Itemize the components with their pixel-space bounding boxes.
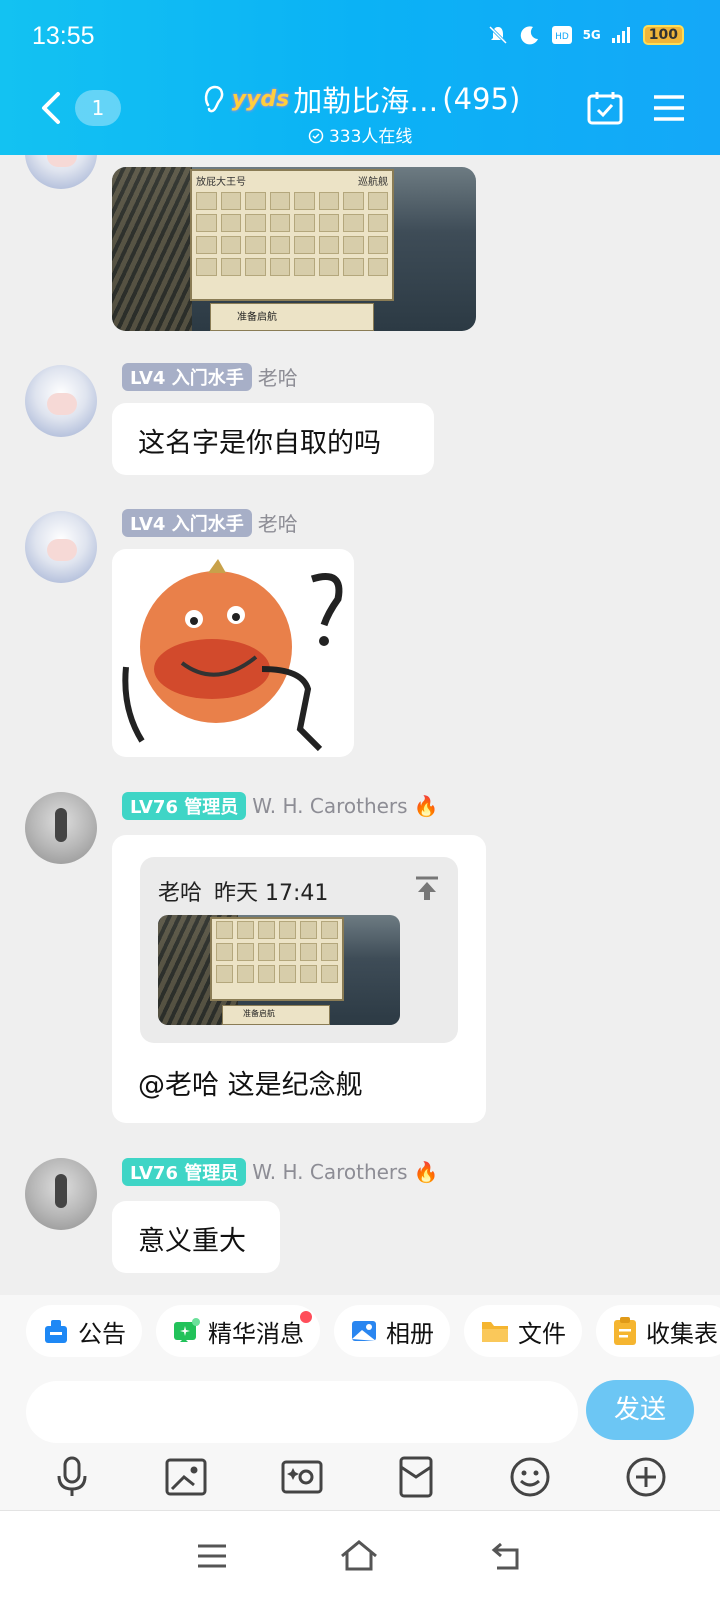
emoji-icon[interactable] — [508, 1455, 552, 1499]
quick-actions: 公告 精华消息 相册 文件 收集表 — [26, 1305, 720, 1357]
sender-name[interactable]: 老哈 — [258, 362, 298, 391]
image-picker-icon[interactable] — [164, 1455, 208, 1499]
avatar[interactable] — [25, 365, 97, 437]
fire-icon: 🔥 — [413, 794, 439, 818]
message-bubble[interactable]: 这名字是你自取的吗 — [112, 403, 434, 475]
chip-essence[interactable]: 精华消息 — [156, 1305, 320, 1357]
fire-icon: 🔥 — [413, 1160, 439, 1184]
red-packet-icon[interactable] — [396, 1455, 436, 1499]
status-time: 13:55 — [32, 22, 95, 50]
confused-tomato-sticker — [122, 559, 343, 752]
input-panel: 公告 精华消息 相册 文件 收集表 发送 — [0, 1295, 720, 1510]
unread-count-badge[interactable]: 1 — [75, 90, 121, 126]
sender-name[interactable]: W. H. Carothers — [252, 794, 407, 818]
chip-announcement[interactable]: 公告 — [26, 1305, 142, 1357]
ship-panel-graphic: 放屁大王号 巡航舰 — [190, 169, 394, 301]
chat-header: 13:55 HD 5G 100 1 yyds 加勒比海… (495) 333人在… — [0, 0, 720, 155]
input-toolbar — [0, 1455, 720, 1499]
level-badge: LV4 入门水手 — [122, 508, 252, 537]
microphone-icon[interactable] — [52, 1455, 92, 1499]
group-title[interactable]: yyds 加勒比海… (495) 333人在线 — [150, 78, 570, 147]
hamburger-menu-icon[interactable] — [652, 94, 686, 122]
ship-name: 放屁大王号 — [196, 177, 246, 188]
avatar[interactable] — [25, 792, 97, 864]
form-icon — [614, 1317, 636, 1345]
chip-files[interactable]: 文件 — [464, 1305, 582, 1357]
ship-mast-graphic — [112, 167, 192, 331]
plus-icon[interactable] — [624, 1455, 668, 1499]
folder-icon — [482, 1322, 508, 1342]
quoted-image: 准备启航 — [158, 915, 400, 1025]
sender-info: LV4 入门水手 老哈 — [122, 362, 298, 391]
camera-icon[interactable] — [280, 1455, 324, 1499]
level-badge: LV76 管理员 — [122, 1158, 247, 1186]
essence-icon — [174, 1318, 200, 1342]
battery-indicator: 100 — [642, 25, 684, 45]
system-nav-bar — [0, 1510, 720, 1600]
chip-album[interactable]: 相册 — [334, 1305, 450, 1357]
home-icon[interactable] — [339, 1539, 379, 1573]
message-bubble[interactable]: 意义重大 — [112, 1201, 280, 1273]
jump-to-top-icon[interactable] — [414, 875, 440, 901]
send-button[interactable]: 发送 — [586, 1380, 694, 1440]
signal-icon — [611, 27, 630, 43]
level-badge: LV76 管理员 — [122, 792, 247, 820]
group-name: 加勒比海… — [293, 84, 439, 118]
chip-form[interactable]: 收集表 — [596, 1305, 720, 1357]
album-icon — [352, 1321, 376, 1341]
quoted-message[interactable]: 老哈 昨天 17:41 准备启航 — [140, 857, 458, 1043]
back-arrow-icon[interactable] — [36, 88, 66, 128]
avatar[interactable] — [25, 155, 97, 189]
quote-sender: 老哈 — [158, 881, 203, 906]
sender-info: LV4 入门水手 老哈 — [122, 508, 298, 537]
network-label: 5G — [582, 28, 601, 42]
online-count: 333人在线 — [328, 127, 413, 147]
message-input[interactable] — [26, 1381, 578, 1443]
announcement-icon — [45, 1320, 67, 1343]
quote-time: 昨天 17:41 — [214, 881, 329, 906]
svg-text:HD: HD — [555, 32, 569, 42]
online-check-icon — [308, 128, 323, 144]
sender-name[interactable]: W. H. Carothers — [252, 1160, 407, 1184]
level-badge: LV4 入门水手 — [122, 362, 252, 391]
sender-info: LV76 管理员 W. H. Carothers 🔥 — [122, 1158, 438, 1186]
reply-text: @老哈 这是纪念舰 — [138, 1070, 363, 1101]
hd-icon: HD — [551, 26, 572, 44]
member-count: (495) — [442, 82, 521, 116]
message-list[interactable]: 放屁大王号 巡航舰 准备启航 LV4 入门水手 老哈 这名字是你自取的吗 LV4 … — [0, 155, 720, 1295]
sender-info: LV76 管理员 W. H. Carothers 🔥 — [122, 792, 438, 820]
launch-button-graphic: 准备启航 — [210, 303, 374, 331]
recent-apps-icon[interactable] — [195, 1542, 229, 1570]
game-screenshot-image[interactable]: 放屁大王号 巡航舰 准备启航 — [112, 167, 476, 331]
sender-name[interactable]: 老哈 — [258, 508, 298, 537]
online-status: 333人在线 — [150, 122, 570, 147]
back-nav-icon[interactable] — [489, 1540, 525, 1572]
calendar-check-icon[interactable] — [586, 90, 624, 126]
moon-icon — [520, 26, 538, 45]
avatar[interactable] — [25, 511, 97, 583]
status-icons: HD 5G 100 — [487, 24, 684, 46]
reply-message-bubble[interactable]: 老哈 昨天 17:41 准备启航 @老哈 这是纪念舰 — [112, 835, 486, 1123]
ship-class: 巡航舰 — [358, 177, 388, 188]
avatar[interactable] — [25, 1158, 97, 1230]
yyds-badge: yyds — [231, 86, 290, 112]
ear-icon[interactable] — [200, 83, 228, 115]
new-dot-indicator — [300, 1311, 312, 1323]
sticker-image[interactable] — [112, 549, 354, 757]
launch-button-graphic: 准备启航 — [222, 1005, 330, 1025]
mute-bell-icon — [488, 25, 507, 45]
